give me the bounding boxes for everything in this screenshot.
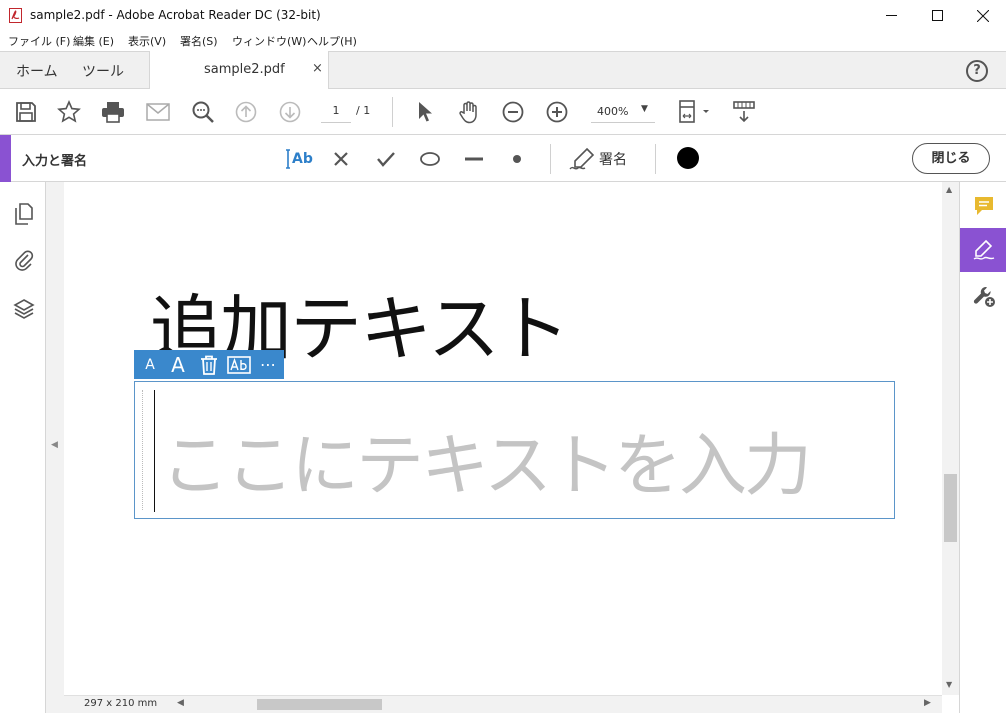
- layers-icon[interactable]: [12, 297, 36, 321]
- tab-bar: ホーム ツール sample2.pdf × ?: [0, 51, 1006, 89]
- zoom-in-icon[interactable]: [544, 99, 570, 125]
- fill-sign-tool[interactable]: [960, 228, 1006, 272]
- document-tab-label: sample2.pdf: [204, 62, 285, 77]
- text-field-placeholder: ここにテキストを入力: [161, 427, 812, 506]
- menu-sign[interactable]: 署名(S): [180, 33, 218, 49]
- fill-sign-accent-strip: [0, 135, 11, 182]
- window-title: sample2.pdf - Adobe Acrobat Reader DC (3…: [30, 8, 321, 22]
- wrench-add-icon: [973, 286, 995, 307]
- fill-sign-toolbar: 入力と署名 Ab 署名 閉じる: [0, 135, 1006, 182]
- text-entry-field[interactable]: ここにテキストを入力: [134, 381, 895, 519]
- check-mark-icon[interactable]: [376, 147, 396, 171]
- comment-tool[interactable]: [960, 184, 1006, 228]
- ink-color-swatch[interactable]: [677, 147, 699, 169]
- more-tools[interactable]: [960, 274, 1006, 318]
- scroll-mode-icon[interactable]: [730, 99, 758, 125]
- select-cursor-icon[interactable]: [412, 99, 438, 125]
- left-gutter: ◀: [46, 182, 64, 713]
- zoom-out-icon[interactable]: [500, 99, 526, 125]
- toolbar-divider: [392, 97, 393, 127]
- zoom-search-icon[interactable]: [190, 99, 216, 125]
- vertical-scroll-thumb[interactable]: [944, 474, 957, 542]
- scroll-down-arrow-icon[interactable]: ▼: [946, 680, 952, 689]
- tab-home[interactable]: ホーム: [16, 61, 58, 81]
- fill-toolbar-divider: [655, 144, 656, 174]
- add-text-tool-icon[interactable]: Ab: [284, 147, 313, 171]
- acrobat-app-icon: [9, 8, 22, 23]
- save-icon[interactable]: [13, 99, 39, 125]
- menu-window[interactable]: ウィンドウ(W): [232, 33, 306, 49]
- scroll-left-arrow-icon[interactable]: ◀: [177, 698, 184, 708]
- line-icon[interactable]: [463, 147, 485, 171]
- zoom-level-dropdown[interactable]: 400% ▼: [591, 101, 655, 123]
- print-icon[interactable]: [100, 99, 126, 125]
- right-tools-panel: [959, 182, 1006, 713]
- delete-trash-icon[interactable]: [198, 350, 220, 379]
- increase-font-size-icon[interactable]: A: [168, 350, 188, 379]
- sign-pen-icon[interactable]: [569, 147, 597, 171]
- fill-sign-title: 入力と署名: [22, 154, 88, 169]
- ellipse-icon[interactable]: [419, 147, 441, 171]
- bookmark-star-icon[interactable]: [56, 99, 82, 125]
- text-field-type-icon[interactable]: [226, 350, 252, 379]
- horizontal-scrollbar[interactable]: 297 x 210 mm ◀ ▶: [64, 695, 942, 713]
- field-dotted-guide: [142, 390, 143, 510]
- hand-tool-icon[interactable]: [456, 99, 482, 125]
- more-options-icon[interactable]: ⋯: [258, 350, 278, 379]
- email-icon: [145, 99, 171, 125]
- main-toolbar: 1 / 1 400% ▼: [0, 89, 1006, 135]
- close-tab-icon[interactable]: ×: [312, 61, 323, 76]
- text-caret: [154, 390, 155, 512]
- next-page-icon[interactable]: [277, 99, 303, 125]
- tab-tools[interactable]: ツール: [82, 61, 124, 81]
- maximize-button[interactable]: [914, 0, 960, 31]
- fill-sign-pen-icon: [973, 239, 994, 260]
- close-fill-sign-button[interactable]: 閉じる: [912, 143, 990, 174]
- title-bar: sample2.pdf - Adobe Acrobat Reader DC (3…: [0, 0, 1006, 31]
- collapse-left-arrow-icon[interactable]: ◀: [51, 440, 58, 450]
- add-text-tool-label: Ab: [292, 151, 313, 167]
- menu-edit[interactable]: 編集 (E): [73, 33, 114, 49]
- dot-icon[interactable]: [510, 147, 524, 171]
- menu-bar: ファイル (F) 編集 (E) 表示(V) 署名(S) ウィンドウ(W) ヘルプ…: [0, 31, 1006, 51]
- sign-label[interactable]: 署名: [599, 149, 627, 169]
- previous-page-icon[interactable]: [233, 99, 259, 125]
- vertical-scrollbar[interactable]: ▲ ▼: [942, 182, 959, 695]
- attachment-paperclip-icon[interactable]: [12, 248, 36, 272]
- close-window-button[interactable]: [960, 0, 1006, 31]
- page-fit-icon[interactable]: [675, 99, 715, 125]
- minimize-button[interactable]: [868, 0, 914, 31]
- page-total: / 1: [356, 104, 371, 117]
- page-thumbnails-icon[interactable]: [12, 202, 36, 226]
- chevron-down-icon: ▼: [641, 104, 648, 114]
- scroll-right-arrow-icon[interactable]: ▶: [924, 698, 931, 708]
- tab-document[interactable]: sample2.pdf ×: [149, 51, 329, 89]
- page-size-readout: 297 x 210 mm: [84, 698, 158, 709]
- decrease-font-size-icon[interactable]: A: [142, 350, 158, 379]
- left-nav-panel: [0, 182, 46, 713]
- cross-mark-icon[interactable]: [333, 147, 349, 171]
- help-button[interactable]: ?: [966, 60, 988, 82]
- menu-view[interactable]: 表示(V): [128, 33, 166, 49]
- scroll-up-arrow-icon[interactable]: ▲: [946, 185, 952, 194]
- comment-icon: [974, 197, 993, 215]
- text-field-toolbar: A A ⋯: [134, 350, 284, 379]
- menu-file[interactable]: ファイル (F): [8, 33, 70, 49]
- fill-toolbar-divider: [550, 144, 551, 174]
- menu-help[interactable]: ヘルプ(H): [307, 33, 357, 49]
- horizontal-scroll-thumb[interactable]: [257, 699, 382, 710]
- zoom-level-value: 400%: [597, 105, 629, 118]
- page-number-input[interactable]: 1: [321, 101, 351, 123]
